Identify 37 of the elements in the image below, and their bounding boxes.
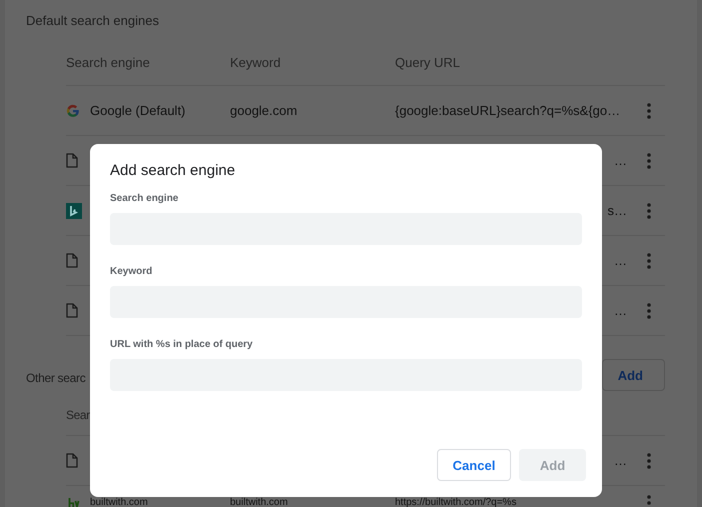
more-options-icon[interactable] [647,152,651,168]
column-header: Sear [66,408,91,422]
more-options-icon[interactable] [647,302,651,318]
query-url: https://builtwith.com/?q=%s [395,497,516,507]
engine-name: Google (Default) [90,103,186,118]
field-label: Search engine [110,193,180,204]
more-options-icon[interactable] [647,252,651,268]
query-url: s… [608,203,627,218]
more-options-icon[interactable] [647,495,651,507]
add-button[interactable]: Add [602,359,665,391]
field-label: Keyword [110,266,154,277]
query-url: … [614,153,627,168]
query-url: … [614,253,627,268]
keyword-text: google.com [230,103,298,118]
more-options-icon[interactable] [647,102,651,118]
column-header: Query URL [395,55,460,70]
query-url: … [614,303,627,318]
page-icon [66,253,78,268]
section-title: Default search engines [26,12,159,28]
more-options-icon[interactable] [647,202,651,218]
builtwith-logo-icon [66,498,82,507]
google-g-icon [66,104,80,118]
page-icon [66,453,78,468]
cancel-button[interactable]: Cancel [437,449,511,481]
engine-name: builtwith.com [90,497,148,507]
bing-logo-icon [66,202,82,218]
more-options-icon[interactable] [647,452,651,468]
dialog-title: Add search engine [110,162,236,179]
page-icon [66,303,78,318]
section-title: Other searc [26,371,86,385]
column-header: Keyword [230,55,282,70]
page-icon [66,153,78,168]
column-header: Search engine [66,55,151,70]
keyword-text: builtwith.com [230,497,288,507]
field-label: URL with %s in place of query [110,339,254,350]
query-url: … [614,453,627,468]
query-url: {google:baseURL}search?q=%s&{go… [395,103,620,118]
